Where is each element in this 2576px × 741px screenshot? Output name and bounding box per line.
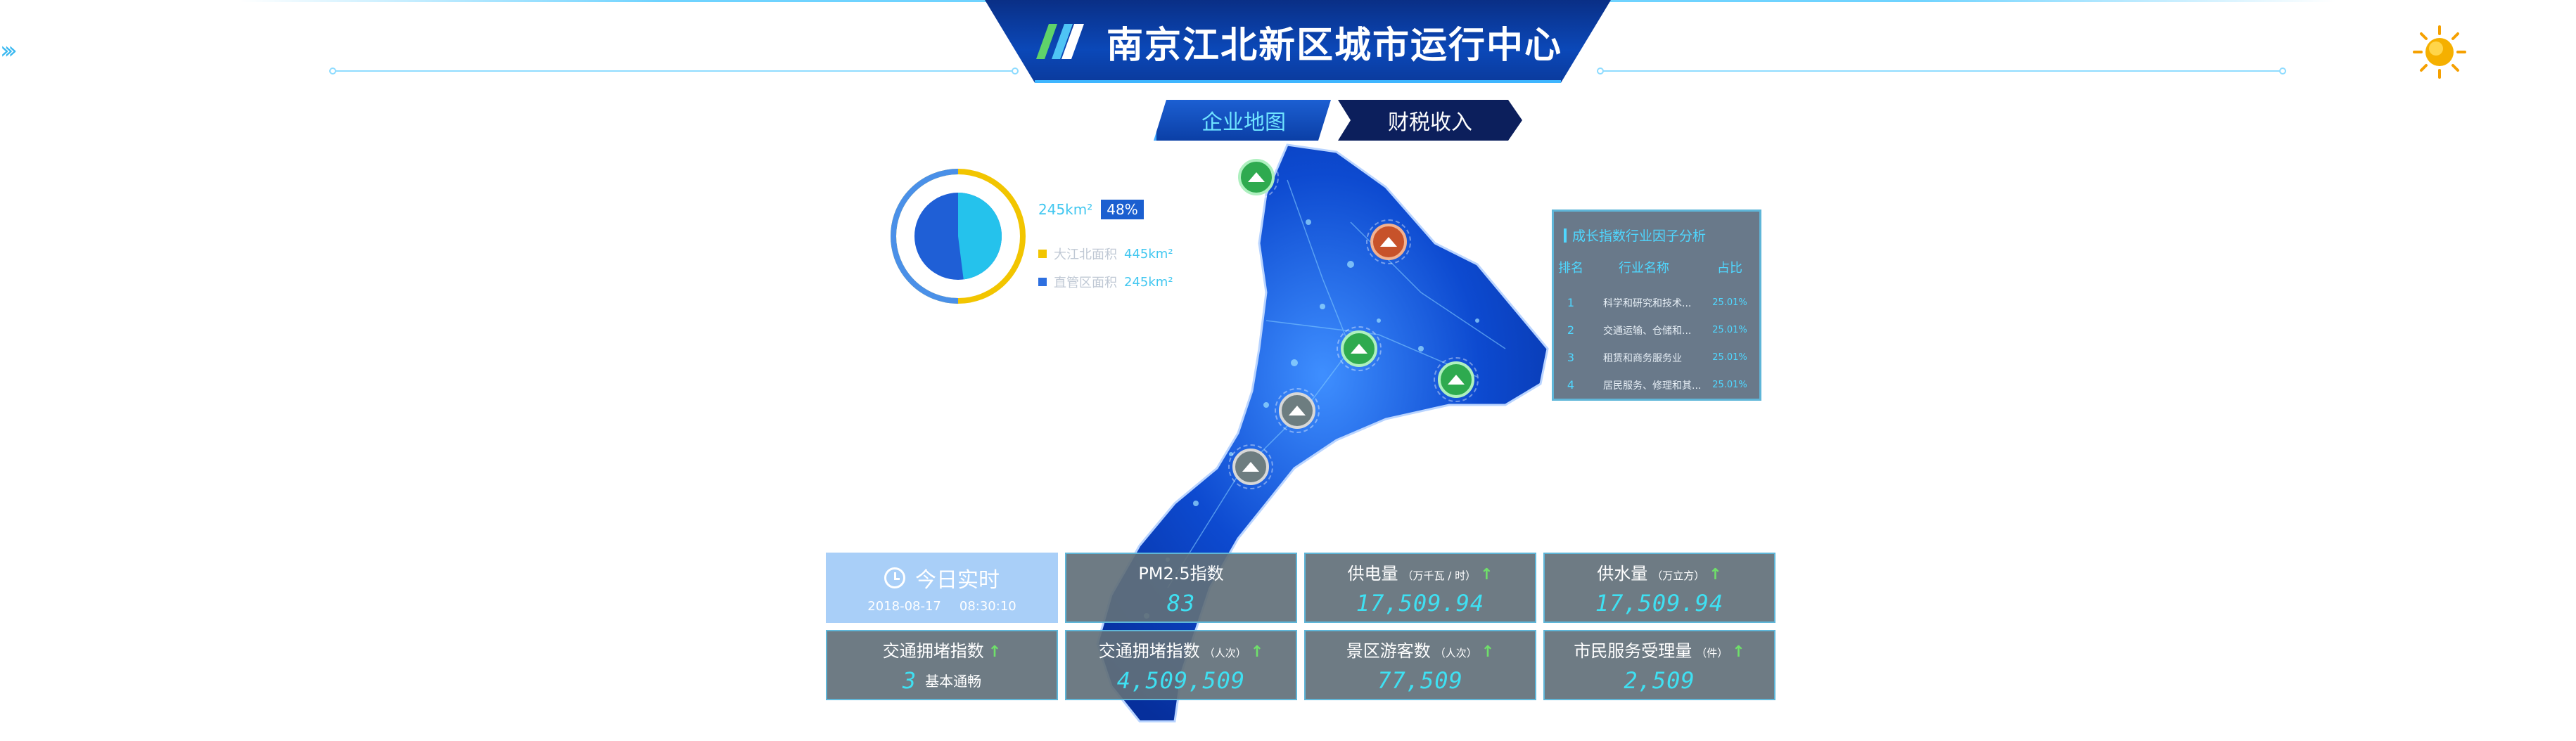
today-date: 2018-08-17: [867, 598, 941, 614]
map-marker-gray-2[interactable]: [1228, 444, 1273, 489]
sun-icon: [2413, 25, 2466, 79]
today-time: 08:30:10: [959, 598, 1016, 614]
tab-tax-revenue[interactable]: 财税收入: [1338, 100, 1522, 141]
table-row[interactable]: 2 交通运输、仓储和... 25.01%: [1554, 316, 1759, 344]
area-donut-chart: [888, 166, 1028, 307]
map-marker-red[interactable]: [1366, 219, 1411, 264]
pie-slice-direct-area: [958, 193, 1002, 280]
map-marker-green-3[interactable]: [1434, 357, 1479, 402]
arrow-up-icon: ↑: [1732, 643, 1745, 661]
page-title: 南京江北新区城市运行中心: [1106, 24, 1562, 67]
traffic-count-value: 4,509,509: [1116, 666, 1246, 694]
traffic-value: 3: [902, 666, 917, 694]
pm25-card[interactable]: PM2.5指数 83: [1065, 553, 1297, 623]
map-marker-gray-1[interactable]: [1275, 388, 1320, 433]
pm25-value: 83: [1166, 589, 1196, 617]
traffic-index-card[interactable]: 交通拥堵指数 ↑ 3 基本通畅: [826, 630, 1058, 700]
header-divider-left: [329, 67, 1019, 75]
clock-icon: [884, 567, 905, 588]
arrow-up-icon: ↑: [1250, 643, 1264, 661]
header-divider-right: [1597, 67, 2286, 75]
water-value: 17,509.94: [1595, 589, 1724, 617]
tab-enterprise-map[interactable]: 企业地图: [1154, 100, 1331, 141]
traffic-count-card[interactable]: 交通拥堵指数 （人次） ↑ 4,509,509: [1065, 630, 1297, 700]
page-header: 南京江北新区城市运行中心: [985, 0, 1611, 83]
map-marker-green-1[interactable]: [1234, 155, 1279, 200]
traffic-status: 基本通畅: [925, 673, 982, 690]
water-supply-card[interactable]: 供水量 （万立方） ↑ 17,509.94: [1543, 553, 1775, 623]
today-realtime-card: 今日实时 2018-08-17 08:30:10: [826, 553, 1058, 623]
service-value: 2,509: [1624, 666, 1695, 694]
tourist-value: 77,509: [1377, 666, 1463, 694]
tourist-count-card[interactable]: 景区游客数 （人次） ↑ 77,509: [1304, 630, 1536, 700]
arrow-up-icon: ↑: [1481, 643, 1495, 661]
panel-title: 成长指数行业因子分析: [1572, 228, 1707, 244]
title-accent-bar: [1564, 228, 1567, 243]
map-marker-green-2[interactable]: [1337, 326, 1382, 371]
citizen-service-card[interactable]: 市民服务受理量 （件） ↑ 2,509: [1543, 630, 1775, 700]
expand-chevrons-icon[interactable]: ›››: [0, 37, 18, 65]
jiangbei-logo-icon: [1033, 21, 1087, 62]
table-row[interactable]: 4 居民服务、修理和其... 25.01%: [1554, 371, 1759, 399]
panel-header-row: 排名 行业名称 占比: [1558, 261, 1742, 276]
table-row[interactable]: 1 科学和研究和技术... 25.01%: [1554, 289, 1759, 316]
arrow-up-icon: ↑: [1480, 565, 1493, 584]
panel-rows: 1 科学和研究和技术... 25.01% 2 交通运输、仓储和... 25.01…: [1554, 289, 1759, 399]
power-supply-card[interactable]: 供电量 （万千瓦 / 时） ↑ 17,509.94: [1304, 553, 1536, 623]
arrow-up-icon: ↑: [1709, 565, 1722, 584]
arrow-up-icon: ↑: [988, 643, 1002, 661]
power-value: 17,509.94: [1356, 589, 1485, 617]
table-row[interactable]: 3 租赁和商务服务业 25.01%: [1554, 344, 1759, 371]
industry-factor-panel: 成长指数行业因子分析 排名 行业名称 占比 1 科学和研究和技术... 25.0…: [1552, 210, 1761, 401]
